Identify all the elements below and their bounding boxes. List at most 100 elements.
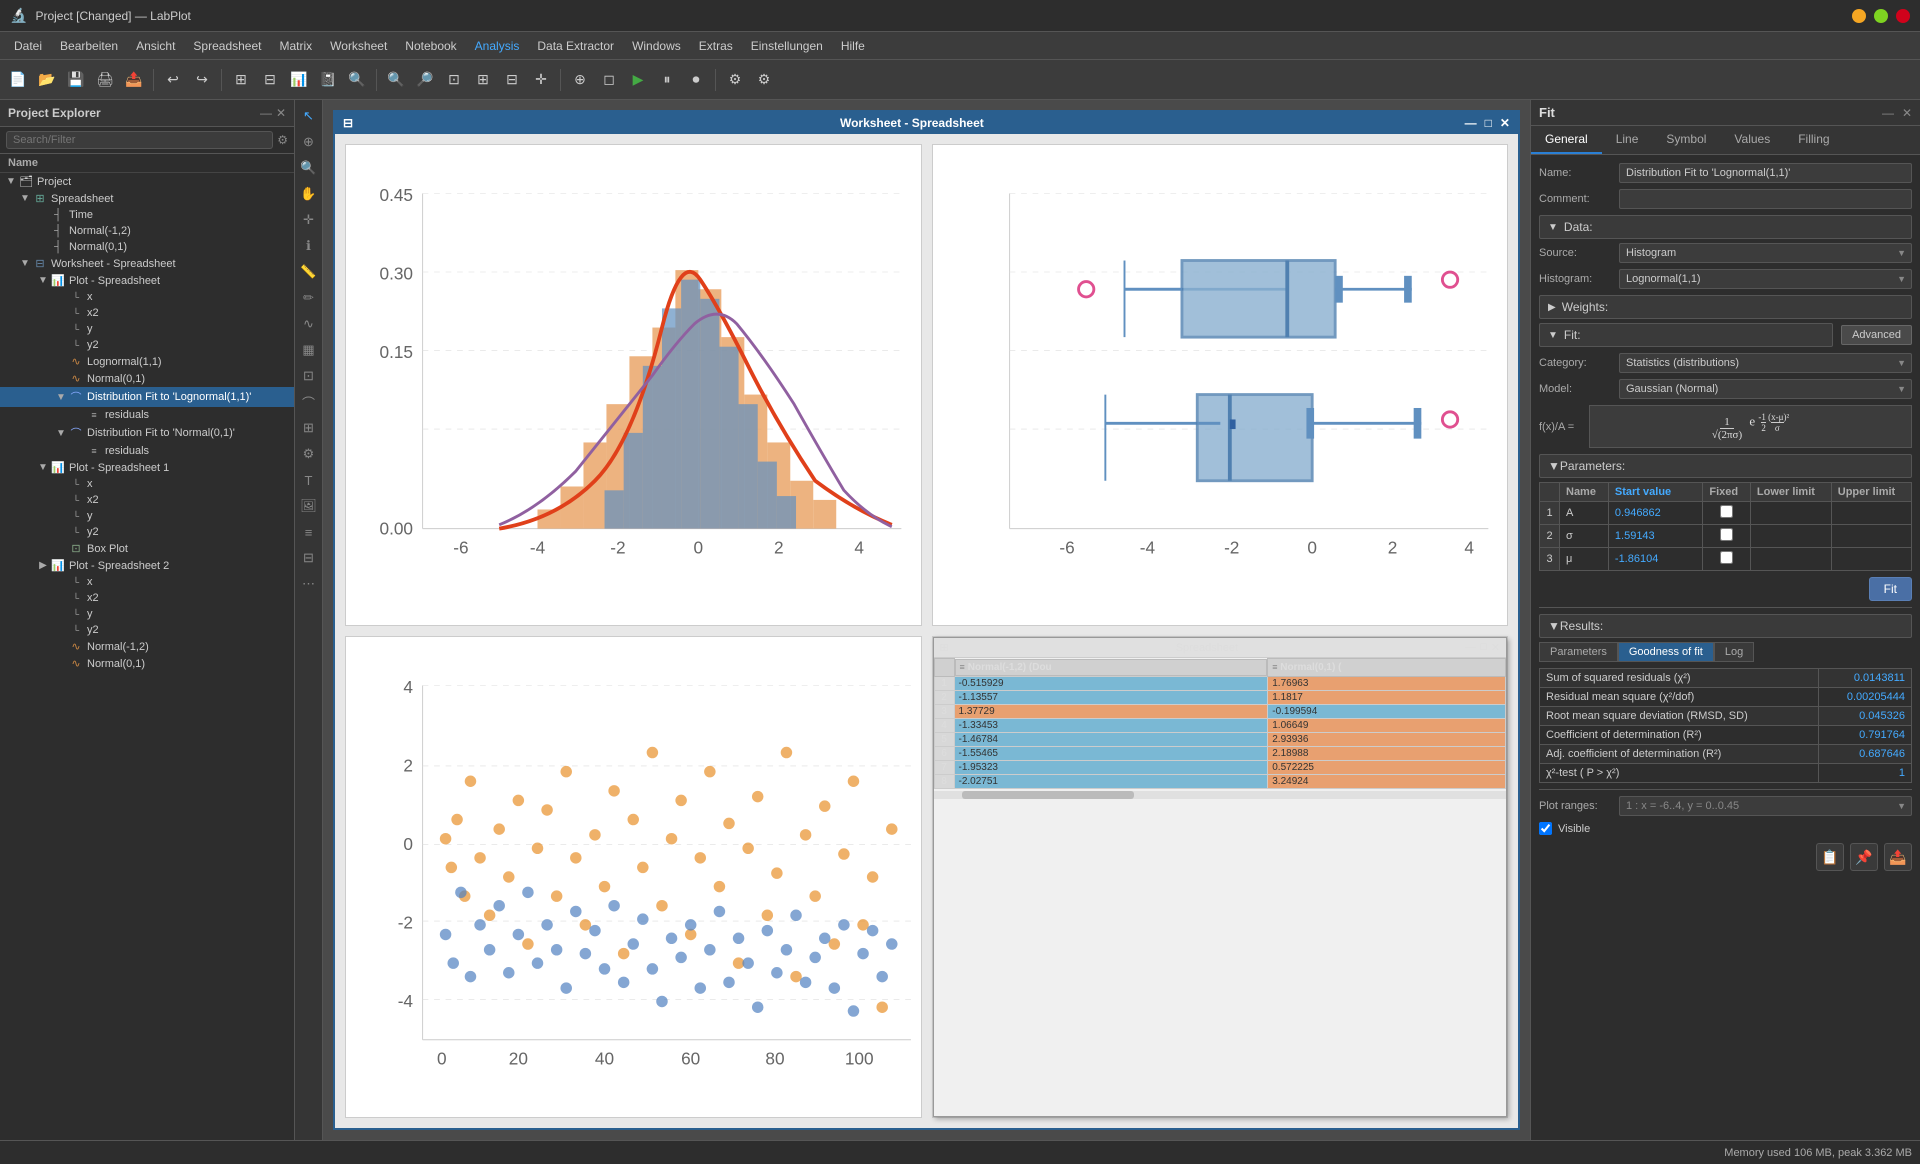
zoom-fit-btn[interactable]: ⊡ bbox=[440, 66, 468, 94]
curve-tool[interactable]: ∿ bbox=[297, 312, 321, 336]
fit2-expand-icon[interactable]: ▼ bbox=[54, 428, 68, 439]
menu-spreadsheet[interactable]: Spreadsheet bbox=[185, 36, 269, 56]
measure-tool[interactable]: 📏 bbox=[297, 260, 321, 284]
copy-btn[interactable]: 📋 bbox=[1816, 843, 1844, 871]
category-select-wrapper[interactable]: Statistics (distributions) bbox=[1619, 353, 1912, 373]
minimize-btn[interactable] bbox=[1852, 9, 1866, 23]
tab-line[interactable]: Line bbox=[1602, 126, 1653, 154]
close-btn[interactable] bbox=[1896, 9, 1910, 23]
fit-tool[interactable]: ⌒ bbox=[297, 390, 321, 414]
redo-btn[interactable]: ↪ bbox=[188, 66, 216, 94]
model-select-wrapper[interactable]: Gaussian (Normal) bbox=[1619, 379, 1912, 399]
cell-v2[interactable]: 2.93936 bbox=[1268, 732, 1506, 746]
settings2-tool[interactable]: ⚙ bbox=[297, 442, 321, 466]
add-notebook-btn[interactable]: 📓 bbox=[314, 66, 342, 94]
param-upper[interactable] bbox=[1831, 548, 1911, 571]
tree-item-plot-ss[interactable]: ▼ 📊 Plot - Spreadsheet bbox=[0, 272, 294, 289]
tree-item-boxplot[interactable]: ⊡ Box Plot bbox=[0, 540, 294, 557]
sidebar-minimize-btn[interactable]: — bbox=[260, 106, 272, 120]
tree-item-y6[interactable]: └ y2 bbox=[0, 622, 294, 638]
tab-filling[interactable]: Filling bbox=[1784, 126, 1843, 154]
cell-v2[interactable]: 2.18988 bbox=[1268, 746, 1506, 760]
parameters-header[interactable]: ▼ Parameters: bbox=[1539, 454, 1912, 478]
legend-tool[interactable]: ≡ bbox=[297, 520, 321, 544]
ref-tool[interactable]: ⊟ bbox=[297, 546, 321, 570]
param-lower[interactable] bbox=[1750, 525, 1831, 548]
tree-item-plot-ss2[interactable]: ▶ 📊 Plot - Spreadsheet 2 bbox=[0, 557, 294, 574]
results-tab-goodness[interactable]: Goodness of fit bbox=[1618, 642, 1714, 662]
pointer-tool[interactable]: ↖ bbox=[297, 104, 321, 128]
cell-v1[interactable]: -1.55465 bbox=[954, 746, 1268, 760]
param-value[interactable] bbox=[1608, 548, 1702, 571]
cell-v2[interactable]: 0.572225 bbox=[1268, 760, 1506, 774]
window-controls[interactable] bbox=[1852, 9, 1910, 23]
zoom-out-btn[interactable]: 🔎 bbox=[411, 66, 439, 94]
tree-item-worksheet[interactable]: ▼ ⊟ Worksheet - Spreadsheet bbox=[0, 255, 294, 272]
maximize-btn[interactable] bbox=[1874, 9, 1888, 23]
text-tool[interactable]: T bbox=[297, 468, 321, 492]
plot1-expand-icon[interactable]: ▼ bbox=[36, 462, 50, 473]
tree-item-lognormal[interactable]: ∿ Lognormal(1,1) bbox=[0, 353, 294, 370]
tab-values[interactable]: Values bbox=[1720, 126, 1784, 154]
cell-v2[interactable]: 1.06649 bbox=[1268, 718, 1506, 732]
comment-input[interactable] bbox=[1619, 189, 1912, 209]
ws-expand-icon[interactable]: ▼ bbox=[18, 258, 32, 269]
ss-close-btn[interactable]: ✕ bbox=[1491, 641, 1500, 654]
add-matrix-btn[interactable]: ⊟ bbox=[256, 66, 284, 94]
ss-min-btn[interactable]: — bbox=[1465, 641, 1476, 654]
menu-data-extractor[interactable]: Data Extractor bbox=[529, 36, 622, 56]
tree-item-x4[interactable]: └ x2 bbox=[0, 492, 294, 508]
menu-hilfe[interactable]: Hilfe bbox=[833, 36, 873, 56]
results-header[interactable]: ▼ Results: bbox=[1539, 614, 1912, 638]
param-upper[interactable] bbox=[1831, 525, 1911, 548]
sidebar-close-btn[interactable]: ✕ bbox=[276, 106, 286, 120]
tree-item-x3[interactable]: └ x bbox=[0, 476, 294, 492]
boxplot-chart[interactable]: -6 -4 -2 0 2 4 bbox=[932, 144, 1509, 626]
info-tool[interactable]: ℹ bbox=[297, 234, 321, 258]
navigate-btn[interactable]: ✛ bbox=[527, 66, 555, 94]
add-spreadsheet-btn[interactable]: ⊞ bbox=[227, 66, 255, 94]
param-lower[interactable] bbox=[1750, 502, 1831, 525]
add-worksheet-btn[interactable]: 📊 bbox=[285, 66, 313, 94]
panel-controls[interactable]: — ✕ bbox=[1882, 106, 1912, 120]
weights-section-header[interactable]: ▶ Weights: bbox=[1539, 295, 1912, 319]
source-select[interactable]: Histogram bbox=[1619, 243, 1912, 263]
new-btn[interactable]: 📄 bbox=[4, 66, 32, 94]
tree-item-y3[interactable]: └ y bbox=[0, 508, 294, 524]
zoom-region-btn[interactable]: ⊟ bbox=[498, 66, 526, 94]
export-panel-btn[interactable]: 📤 bbox=[1884, 843, 1912, 871]
param-value[interactable] bbox=[1608, 502, 1702, 525]
sidebar-controls[interactable]: — ✕ bbox=[260, 106, 286, 120]
fit-button[interactable]: Fit bbox=[1869, 577, 1912, 601]
tree-item-x2[interactable]: └ x2 bbox=[0, 305, 294, 321]
zoom-select-btn[interactable]: ⊞ bbox=[469, 66, 497, 94]
tree-item-normal-1-2[interactable]: ┤ Normal(-1,2) bbox=[0, 223, 294, 239]
tree-item-x6[interactable]: └ x2 bbox=[0, 590, 294, 606]
menu-einstellungen[interactable]: Einstellungen bbox=[743, 36, 831, 56]
tree-item-normal-0-1[interactable]: ┤ Normal(0,1) bbox=[0, 239, 294, 255]
menu-matrix[interactable]: Matrix bbox=[271, 36, 320, 56]
tab-general[interactable]: General bbox=[1531, 126, 1602, 154]
results-tab-params[interactable]: Parameters bbox=[1539, 642, 1618, 662]
source-select-wrapper[interactable]: Histogram bbox=[1619, 243, 1912, 263]
histogram-tool[interactable]: ▦ bbox=[297, 338, 321, 362]
print-btn[interactable]: 🖨 bbox=[91, 66, 119, 94]
fit-section-header[interactable]: ▼ Fit: bbox=[1539, 323, 1833, 347]
scatter-chart[interactable]: 4 2 0 -2 -4 0 20 40 60 80 100 bbox=[345, 636, 922, 1118]
select-btn[interactable]: ◻ bbox=[595, 66, 623, 94]
tree-item-dist-fit-lognormal[interactable]: ▼ ⌒ Distribution Fit to 'Lognormal(1,1)' bbox=[0, 387, 294, 407]
param-fixed[interactable] bbox=[1703, 502, 1751, 525]
tree-item-y[interactable]: └ y bbox=[0, 321, 294, 337]
boxplot-tool[interactable]: ⊡ bbox=[297, 364, 321, 388]
tree-item-project[interactable]: ▼ 🗂 Project bbox=[0, 173, 294, 190]
zoom-in-btn[interactable]: 🔍 bbox=[382, 66, 410, 94]
model-select[interactable]: Gaussian (Normal) bbox=[1619, 379, 1912, 399]
spreadsheet-mini-container[interactable]: ⊞ Spreadsheet — □ ✕ bbox=[932, 636, 1509, 1118]
tree-item-residuals1[interactable]: ≡ residuals bbox=[0, 407, 294, 423]
cell-v1[interactable]: -0.515929 bbox=[954, 676, 1268, 690]
tree-item-normal-1-2-b[interactable]: ∿ Normal(-1,2) bbox=[0, 638, 294, 655]
param-lower[interactable] bbox=[1750, 548, 1831, 571]
save-btn[interactable]: 💾 bbox=[62, 66, 90, 94]
category-select[interactable]: Statistics (distributions) bbox=[1619, 353, 1912, 373]
results-tab-log[interactable]: Log bbox=[1714, 642, 1754, 662]
